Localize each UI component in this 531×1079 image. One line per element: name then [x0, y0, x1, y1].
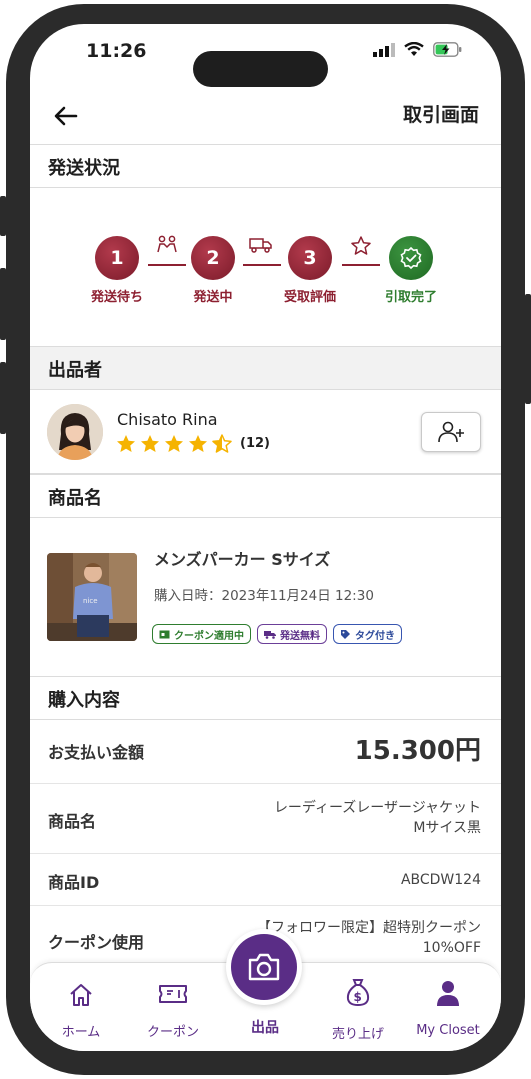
coupon-line1: 【フォロワー限定】超特別クーポン: [257, 920, 481, 936]
seller-card[interactable]: Chisato Rina (12): [30, 390, 501, 474]
mute-switch: [0, 196, 6, 236]
star-filled-icon: [165, 435, 183, 452]
purchase-date: 購入日時：2023年11月24日 12:30: [154, 588, 374, 604]
product-name[interactable]: メンズパーカー Sサイズ: [154, 546, 330, 570]
star-filled-icon: [141, 435, 159, 452]
seller-name[interactable]: Chisato Rina: [117, 410, 218, 429]
tab-coupon-label: クーポン: [146, 1025, 199, 1040]
header: 取引画面: [30, 88, 501, 144]
power-button: [525, 294, 531, 404]
item-name-row: 商品名 レーディーズレーザージャケット Mサイス黒: [30, 784, 501, 854]
seller-section-header: 出品者: [30, 346, 501, 390]
follow-button[interactable]: [421, 412, 481, 452]
people-icon: [157, 235, 177, 253]
shipping-progress: 1 2 3 発送待ち 発送中 受取評価 引取完了: [30, 190, 501, 344]
product-section-title: 商品名: [48, 488, 102, 509]
step-connector: [148, 264, 186, 266]
item-name-line2: Mサイス黒: [413, 820, 481, 836]
truck-icon: [264, 630, 276, 639]
item-id-value: ABCDW124: [400, 872, 481, 888]
tab-my-closet[interactable]: My Closet: [401, 963, 495, 1051]
tag-free-shipping: 発送無料: [257, 624, 327, 644]
battery-charging-icon: [433, 42, 462, 57]
step-1-circle: 1: [95, 236, 139, 280]
truck-icon: [249, 238, 272, 253]
tag-label: タグ付き: [355, 630, 395, 642]
product-photo: nice: [47, 553, 137, 641]
camera-fab-button[interactable]: [226, 929, 302, 1005]
volume-up-button: [0, 268, 6, 340]
product-tags: クーポン適用中 発送無料 タグ付き: [152, 624, 402, 644]
tab-my-closet-label: My Closet: [416, 1023, 480, 1038]
tag-icon: [341, 629, 350, 639]
product-section-header: 商品名: [30, 474, 501, 518]
payment-row: お支払い金額 15.300円: [30, 720, 501, 784]
camera-icon: [248, 953, 280, 981]
svg-text:nice: nice: [83, 597, 98, 605]
step-2-label: 発送中: [193, 290, 233, 305]
tab-coupon[interactable]: クーポン: [126, 963, 220, 1051]
step-3-circle: 3: [288, 236, 332, 280]
page-title: 取引画面: [402, 104, 479, 126]
tab-sales-label: 売り上げ: [331, 1027, 384, 1042]
star-half-icon: [212, 434, 232, 453]
step-connector: [342, 264, 380, 266]
wifi-icon: [404, 42, 424, 56]
item-name-label: 商品名: [48, 812, 97, 831]
avatar-photo: [47, 404, 103, 460]
signal-icon: [373, 42, 395, 57]
tab-listing-label: 出品: [251, 1020, 279, 1036]
step-complete-circle: [389, 236, 433, 280]
tag-label: クーポン適用中: [174, 630, 244, 642]
item-id-row: 商品ID ABCDW124: [30, 854, 501, 906]
item-name-line1: レーディーズレーザージャケット: [273, 800, 481, 816]
item-name-value: レーディーズレーザージャケット Mサイス黒: [274, 798, 481, 838]
home-icon: [70, 984, 92, 1006]
product-image[interactable]: nice: [47, 553, 137, 641]
item-id-label: 商品ID: [48, 873, 100, 892]
shipping-section-header: 発送状況: [30, 144, 501, 188]
payment-value: 15.300円: [354, 736, 481, 766]
tag-coupon-applied: クーポン適用中: [152, 624, 251, 644]
tab-home-label: ホーム: [61, 1025, 101, 1040]
tab-sales[interactable]: $ 売り上げ: [311, 963, 405, 1051]
user-plus-icon: [438, 421, 464, 443]
tag-with-tags: タグ付き: [333, 624, 402, 644]
seller-rating: (12): [116, 434, 270, 453]
product-card[interactable]: nice メンズパーカー Sサイズ 購入日時：2023年11月24日 12:30…: [30, 520, 501, 676]
star-filled-icon: [189, 435, 207, 452]
verified-check-icon: [400, 246, 422, 270]
step-connector: [243, 264, 281, 266]
purchase-section-title: 購入内容: [48, 690, 120, 711]
step-complete-label: 引取完了: [384, 290, 437, 305]
step-2-circle: 2: [191, 236, 235, 280]
review-count: (12): [240, 436, 270, 451]
back-arrow-icon[interactable]: [52, 102, 80, 130]
status-bar: 11:26: [30, 24, 501, 88]
step-3-label: 受取評価: [283, 290, 336, 305]
step-1-label: 発送待ち: [90, 290, 143, 305]
purchase-section-header: 購入内容: [30, 676, 501, 720]
camera-fab-inner: [231, 934, 297, 1000]
seller-section-title: 出品者: [48, 360, 102, 381]
seller-avatar[interactable]: [47, 404, 103, 460]
star-outline-icon: [351, 236, 371, 255]
ticket-icon: [159, 985, 187, 1003]
user-icon: [437, 981, 459, 1006]
status-icons: [373, 42, 463, 57]
tag-label: 発送無料: [280, 630, 320, 642]
app-screen: 11:26 取引画面 発送状況 1 2 3 発送待ち 発送中 受取評価 引取完了…: [30, 24, 501, 1051]
star-filled-icon: [117, 435, 135, 452]
coupon-label: クーポン使用: [48, 933, 145, 952]
payment-label: お支払い金額: [48, 743, 145, 762]
status-time: 11:26: [86, 40, 147, 62]
shipping-section-title: 発送状況: [48, 158, 120, 179]
svg-text:$: $: [354, 990, 362, 1004]
dynamic-island: [193, 51, 328, 87]
tab-home[interactable]: ホーム: [34, 963, 128, 1051]
volume-down-button: [0, 362, 6, 434]
coupon-icon: [159, 630, 170, 638]
money-bag-icon: $: [346, 979, 370, 1007]
